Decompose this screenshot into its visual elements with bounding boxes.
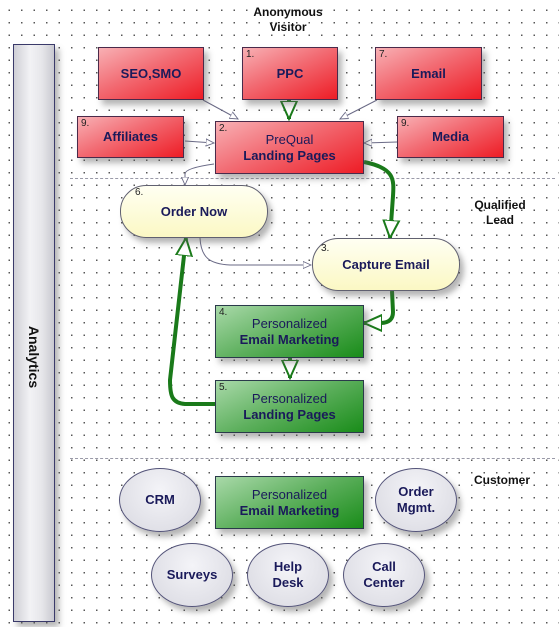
node-title: PPC — [276, 65, 304, 81]
node-order-mgmt[interactable]: Order Mgmt. — [375, 468, 457, 532]
node-crm[interactable]: CRM — [119, 468, 201, 532]
node-number: 5. — [219, 382, 228, 393]
node-order-now[interactable]: 6. Order Now — [120, 185, 268, 238]
node-call-center[interactable]: Call Center — [343, 543, 425, 607]
lane-label-line: Lead — [485, 213, 514, 227]
node-affiliates[interactable]: 9. Affiliates — [77, 116, 184, 158]
node-subtitle: Personalized — [251, 486, 328, 502]
lane-label-qualified-lead: Qualified Lead — [460, 198, 540, 228]
node-seo-smo[interactable]: SEO,SMO — [98, 47, 204, 100]
lane-label-line: Visitor — [269, 20, 307, 34]
node-title: Help — [273, 559, 303, 574]
node-number: 4. — [219, 307, 228, 318]
node-title: Landing Pages — [243, 406, 336, 422]
node-number: 9. — [401, 118, 410, 129]
node-title: Call — [372, 559, 396, 574]
node-email[interactable]: 7. Email — [375, 47, 482, 100]
node-title: Media — [432, 129, 469, 144]
node-title: Landing Pages — [243, 147, 336, 163]
node-ppc[interactable]: 1. PPC — [242, 47, 338, 100]
node-title: Capture Email — [342, 256, 430, 272]
lane-label-line: Qualified — [474, 198, 526, 212]
node-personalized-email-marketing[interactable]: 4. Personalized Email Marketing — [215, 305, 364, 358]
swimlane-separator-qualified — [70, 178, 555, 179]
node-number: 7. — [379, 49, 388, 60]
node-title-line2: Desk — [272, 575, 304, 590]
lane-label-line: Customer — [473, 473, 530, 487]
node-number: 2. — [219, 123, 228, 134]
node-title: Surveys — [166, 567, 218, 582]
lane-label-customer: Customer — [462, 473, 542, 488]
node-title: Email — [411, 65, 446, 81]
node-subtitle: Personalized — [251, 315, 328, 331]
node-capture-email[interactable]: 3. Capture Email — [312, 238, 460, 291]
lane-label-line: Anonymous — [253, 5, 323, 19]
node-prequal-landing-pages[interactable]: 2. PreQual Landing Pages — [215, 121, 364, 174]
lane-label-anonymous-visitor: Anonymous Visitor — [238, 5, 338, 35]
node-subtitle: PreQual — [265, 131, 314, 147]
node-personalized-landing-pages[interactable]: 5. Personalized Landing Pages — [215, 380, 364, 433]
node-surveys[interactable]: Surveys — [151, 543, 233, 607]
node-number: 9. — [81, 118, 90, 129]
node-title-line2: Mgmt. — [396, 500, 436, 515]
analytics-label: Analytics — [26, 325, 42, 389]
analytics-bar[interactable]: Analytics — [13, 44, 55, 622]
node-help-desk[interactable]: Help Desk — [247, 543, 329, 607]
node-title: Affiliates — [103, 129, 158, 144]
node-media[interactable]: 9. Media — [397, 116, 504, 158]
node-title-line2: Center — [363, 575, 405, 590]
node-title: Order Now — [160, 203, 228, 219]
node-number: 6. — [135, 187, 144, 198]
node-title: SEO,SMO — [120, 65, 182, 81]
swimlane-separator-customer — [70, 458, 555, 459]
node-number: 1. — [246, 49, 255, 60]
node-title: Email Marketing — [239, 502, 340, 518]
node-title: Email Marketing — [239, 331, 340, 347]
node-title: Order — [398, 484, 434, 499]
node-title: CRM — [145, 492, 175, 507]
node-customer-email-marketing[interactable]: Personalized Email Marketing — [215, 476, 364, 529]
node-number: 3. — [321, 243, 330, 254]
node-subtitle: Personalized — [251, 390, 328, 406]
